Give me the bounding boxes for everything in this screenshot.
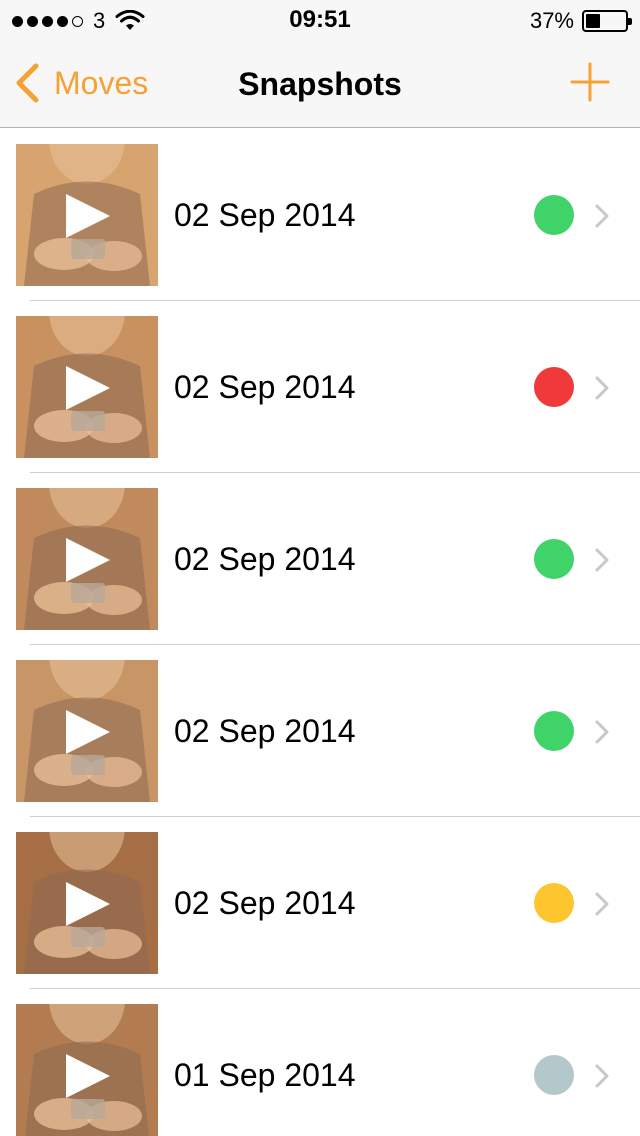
play-icon [66,538,110,582]
back-button[interactable]: Moves [14,58,148,108]
video-thumbnail[interactable] [16,1004,158,1136]
back-label: Moves [54,64,149,101]
snapshot-date: 02 Sep 2014 [174,369,356,405]
battery-percent: 37% [529,8,574,33]
chevron-right-icon [595,1064,609,1088]
status-indicator [534,539,574,579]
snapshot-date: 02 Sep 2014 [174,541,356,577]
chevron-right-icon [595,892,609,916]
chevron-right-icon [595,204,609,228]
play-icon [66,366,110,410]
snapshot-row[interactable]: 02 Sep 2014 [0,301,640,473]
chevron-right-icon [595,548,609,572]
navigation-bar: Moves Snapshots [0,40,640,128]
status-indicator [534,1055,574,1095]
play-icon [66,1054,110,1098]
snapshot-date: 02 Sep 2014 [174,197,356,233]
plus-icon[interactable] [570,62,610,102]
snapshot-row[interactable]: 02 Sep 2014 [0,129,640,301]
snapshot-row[interactable]: 02 Sep 2014 [0,645,640,817]
chevron-right-icon [595,720,609,744]
video-thumbnail[interactable] [16,488,158,630]
play-icon [66,710,110,754]
play-icon [66,882,110,926]
video-thumbnail[interactable] [16,316,158,458]
video-thumbnail[interactable] [16,660,158,802]
snapshot-row[interactable]: 02 Sep 2014 [0,473,640,645]
status-right: 37% [529,8,632,34]
video-thumbnail[interactable] [16,832,158,974]
status-indicator [534,195,574,235]
chevron-left-icon [16,63,39,103]
status-indicator [534,711,574,751]
snapshot-row[interactable]: 01 Sep 2014 [0,989,640,1136]
snapshot-row[interactable]: 02 Sep 2014 [0,817,640,989]
snapshot-date: 01 Sep 2014 [174,1057,356,1093]
snapshot-list: 02 Sep 2014 02 Sep 2014 02 Sep 2014 02 S… [0,129,640,1136]
battery-level-fill [586,14,600,28]
video-thumbnail[interactable] [16,144,158,286]
snapshot-date: 02 Sep 2014 [174,713,356,749]
play-icon [66,194,110,238]
chevron-right-icon [595,376,609,400]
status-bar: 3 09:51 37% [0,0,640,40]
battery-icon [582,10,632,32]
status-indicator [534,367,574,407]
status-indicator [534,883,574,923]
snapshot-date: 02 Sep 2014 [174,885,356,921]
